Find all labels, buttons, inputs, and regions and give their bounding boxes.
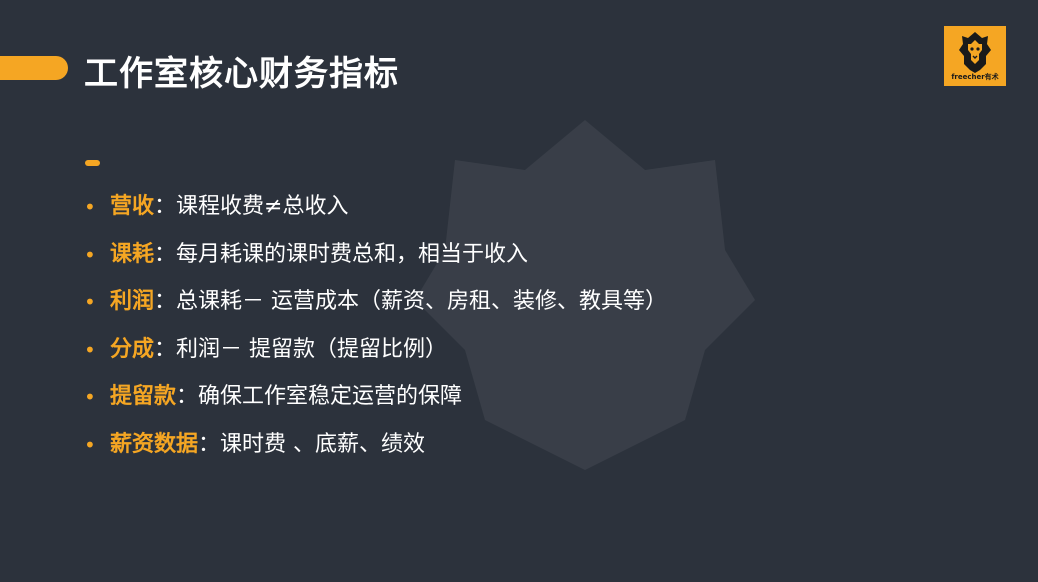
brand-logo: freecher有术: [944, 26, 1006, 86]
bullet-dot: •: [84, 385, 96, 410]
logo-text: freecher有术: [951, 73, 999, 81]
list-item: • 提留款 ：确保工作室稳定运营的保障: [84, 375, 667, 423]
section-dash: [85, 160, 100, 166]
item-description: ：利润－ 提留款（提留比例）: [154, 336, 448, 362]
list-item: • 课耗 ：每月耗课的课时费总和，相当于收入: [84, 233, 667, 281]
bullet-dot: •: [84, 195, 96, 219]
item-term: 利润: [110, 289, 155, 315]
bullet-dot: •: [84, 337, 96, 362]
item-term: 课耗: [110, 241, 155, 267]
item-description: ：课程收费≠总收入: [154, 194, 349, 219]
item-term: 营收: [110, 194, 155, 219]
item-term: 提留款: [110, 384, 177, 410]
list-item: • 营收 ：课程收费≠总收入: [84, 185, 667, 233]
list-item: • 利润 ：总课耗－ 运营成本（薪资、房租、装修、教具等）: [84, 280, 667, 328]
bullet-dot: •: [84, 290, 96, 315]
indicator-list: • 营收 ：课程收费≠总收入 • 课耗 ：每月耗课的课时费总和，相当于收入 • …: [84, 185, 667, 471]
item-term: 薪资数据: [110, 431, 199, 457]
list-item: • 分成 ：利润－ 提留款（提留比例）: [84, 328, 667, 376]
item-description: ：确保工作室稳定运营的保障: [176, 384, 463, 410]
page-title: 工作室核心财务指标: [84, 54, 399, 94]
bullet-dot: •: [84, 242, 96, 267]
bullet-dot: •: [84, 432, 96, 457]
item-description: ：每月耗课的课时费总和，相当于收入: [154, 241, 529, 267]
item-description: ：总课耗－ 运营成本（薪资、房租、装修、教具等）: [154, 289, 668, 315]
list-item: • 薪资数据 ：课时费 、底薪、绩效: [84, 423, 667, 471]
title-accent-bar: [0, 56, 68, 80]
item-term: 分成: [110, 336, 155, 362]
item-description: ：课时费 、底薪、绩效: [198, 431, 426, 457]
